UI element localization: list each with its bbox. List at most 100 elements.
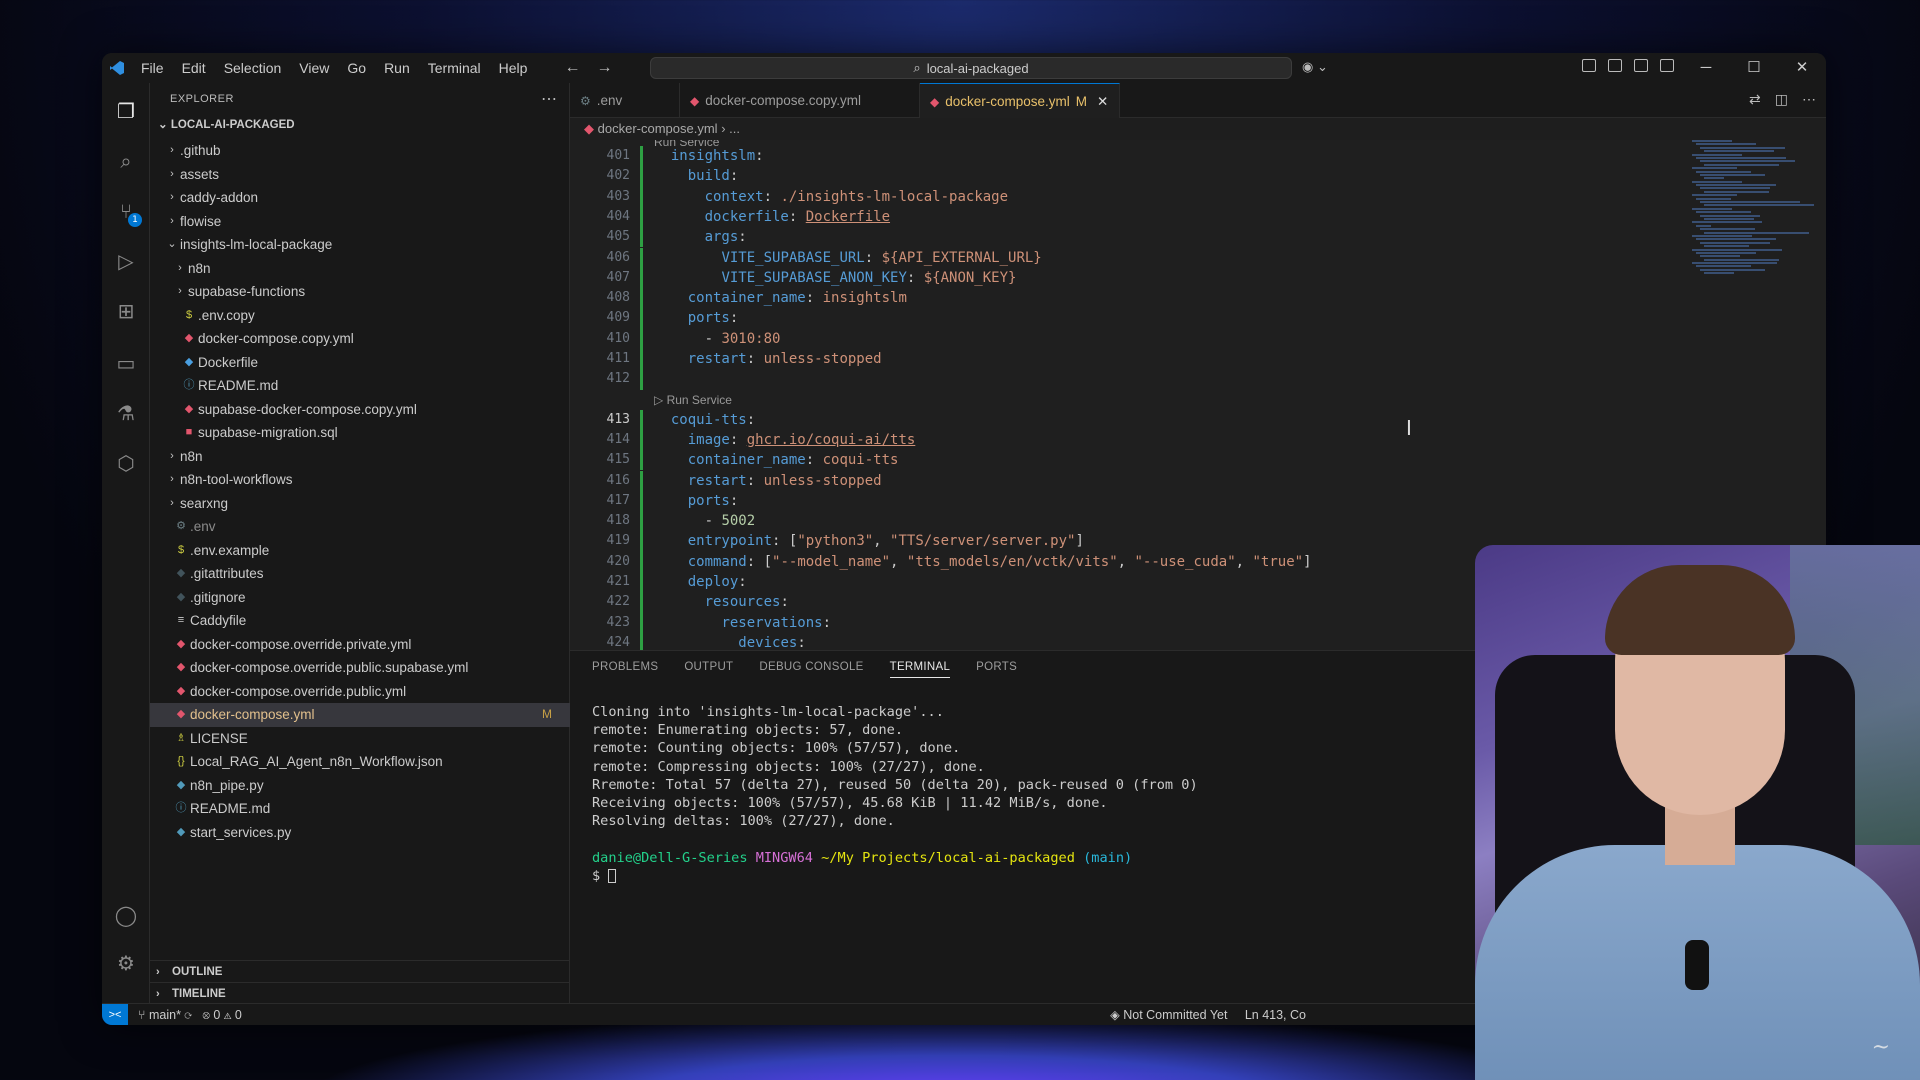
code-line[interactable]: 415 container_name: coqui-tts [570,450,1826,471]
code-line[interactable]: 411 restart: unless-stopped [570,349,1826,370]
code-line[interactable]: 410 - 3010:80 [570,328,1826,349]
minimap[interactable] [1692,140,1814,540]
tree-file[interactable]: ◆ Dockerfile [150,351,570,375]
code-line[interactable]: 418 - 5002 [570,511,1826,532]
code-line[interactable]: 405 args: [570,227,1826,248]
code-line[interactable]: 408 container_name: insightslm [570,288,1826,309]
code-line[interactable]: 401 insightslm: [570,146,1826,167]
editor-tab[interactable]: ⚙ .env [570,83,680,118]
tree-folder[interactable]: › searxng [150,492,570,516]
layout-customize-icon[interactable] [1582,59,1596,72]
panel-tab-output[interactable]: OUTPUT [684,661,733,678]
tree-file[interactable]: ◆ docker-compose.override.public.yml [150,680,570,704]
back-arrow-icon[interactable]: ← [564,59,580,77]
maximize-icon[interactable]: ☐ [1730,53,1778,83]
menu-view[interactable]: View [290,53,338,83]
code-line[interactable]: 403 context: ./insights-lm-local-package [570,186,1826,207]
tree-folder[interactable]: › n8n [150,445,570,469]
close-window-icon[interactable]: ✕ [1778,53,1826,83]
editor-tab[interactable]: ◆ docker-compose.yml M ✕ [920,83,1120,118]
more-actions-icon[interactable]: ⋯ [1802,91,1816,108]
menu-run[interactable]: Run [375,53,419,83]
code-line[interactable]: 413 coqui-tts: [570,409,1826,430]
menu-terminal[interactable]: Terminal [419,53,490,83]
tree-file[interactable]: ◆ docker-compose.override.public.supabase… [150,656,570,680]
tree-file[interactable]: ◆ docker-compose.yml M [150,703,570,727]
codelens-run-service[interactable]: ▷ Run Service [654,392,732,408]
tree-file[interactable]: ◆ docker-compose.override.private.yml [150,633,570,657]
tree-folder[interactable]: › n8n [150,257,570,281]
menu-file[interactable]: File [132,53,173,83]
git-blame-status[interactable]: Not Committed Yet [1123,1008,1227,1022]
tree-file[interactable]: ◆ supabase-docker-compose.copy.yml [150,398,570,422]
tree-file[interactable]: ◆ n8n_pipe.py [150,774,570,798]
tree-folder[interactable]: › .github [150,139,570,163]
timeline-section[interactable]: › TIMELINE [150,982,570,1004]
settings-gear-icon[interactable]: ⚙ [114,951,138,975]
toggle-secondary-sidebar-icon[interactable] [1660,59,1674,72]
code-line[interactable]: 404 dockerfile: Dockerfile [570,206,1826,228]
tree-file[interactable]: ≡ Caddyfile [150,609,570,633]
menu-edit[interactable]: Edit [173,53,215,83]
breadcrumb[interactable]: ◆ docker-compose.yml › ... [570,118,740,140]
command-center-search[interactable]: ⌕ local-ai-packaged [650,57,1292,79]
workspace-root[interactable]: ⌄ LOCAL-AI-PACKAGED [158,117,295,131]
panel-tab-debug-console[interactable]: DEBUG CONSOLE [759,661,863,678]
git-branch[interactable]: main* [149,1008,181,1022]
tree-folder[interactable]: › flowise [150,210,570,234]
compare-changes-icon[interactable]: ⇄ [1749,91,1761,108]
tree-file[interactable]: ◆ .gitignore [150,586,570,610]
error-count[interactable]: 0 [213,1008,220,1022]
tree-file[interactable]: ◆ docker-compose.copy.yml [150,327,570,351]
tree-folder[interactable]: › supabase-functions [150,280,570,304]
menu-selection[interactable]: Selection [215,53,291,83]
close-tab-icon[interactable]: ✕ [1097,94,1108,109]
toggle-panel-icon[interactable] [1634,59,1648,72]
panel-tab-terminal[interactable]: TERMINAL [889,661,951,678]
tree-file[interactable]: $ .env.copy [150,304,570,328]
tree-file[interactable]: $ .env.example [150,539,570,563]
tree-file[interactable]: ⚙ .env [150,515,570,539]
split-editor-icon[interactable]: ◫ [1775,91,1788,108]
search-icon[interactable]: ⌕ [114,149,138,173]
remote-explorer-icon[interactable]: ▭ [114,351,138,375]
tree-file[interactable]: ◆ .gitattributes [150,562,570,586]
outline-section[interactable]: › OUTLINE [150,960,570,982]
menu-go[interactable]: Go [338,53,375,83]
terminal-output[interactable]: Cloning into 'insights-lm-local-package'… [592,703,1198,885]
docker-icon[interactable]: ⬡ [114,451,138,475]
code-line[interactable]: 402 build: [570,166,1826,187]
panel-tab-problems[interactable]: PROBLEMS [592,661,658,678]
breadcrumb-symbol[interactable]: ... [729,121,740,136]
extensions-icon[interactable]: ⊞ [114,299,138,323]
minimize-icon[interactable]: ─ [1682,53,1730,83]
tree-file[interactable]: ♗ LICENSE [150,727,570,751]
run-debug-icon[interactable]: ▷ [114,249,138,273]
testing-icon[interactable]: ⚗ [114,401,138,425]
code-line[interactable]: 416 restart: unless-stopped [570,470,1826,491]
code-line[interactable]: 414 image: ghcr.io/coqui-ai/tts [570,429,1826,451]
remote-indicator-icon[interactable]: >< [102,1004,128,1025]
code-line[interactable]: 417 ports: [570,490,1826,512]
code-line[interactable]: 407 VITE_SUPABASE_ANON_KEY: ${ANON_KEY} [570,267,1826,289]
forward-arrow-icon[interactable]: → [596,59,612,77]
tree-file[interactable]: ◆ start_services.py [150,821,570,845]
terminal-input-line[interactable]: $ [592,867,1198,885]
tree-file[interactable]: ■ supabase-migration.sql [150,421,570,445]
tree-folder[interactable]: › assets [150,163,570,187]
tree-folder[interactable]: › caddy-addon [150,186,570,210]
more-actions-icon[interactable]: ⋯ [541,89,557,109]
code-line[interactable]: 406 VITE_SUPABASE_URL: ${API_EXTERNAL_UR… [570,247,1826,268]
tree-folder[interactable]: › n8n-tool-workflows [150,468,570,492]
warning-count[interactable]: 0 [235,1008,242,1022]
editor-tab[interactable]: ◆ docker-compose.copy.yml [680,83,920,118]
code-line[interactable]: 409 ports: [570,308,1826,329]
sync-icon[interactable]: ⟳ [184,1008,192,1022]
copilot-icon[interactable]: ◉ ⌄ [1302,59,1328,75]
tree-file[interactable]: ⓘ README.md [150,374,570,398]
cursor-position[interactable]: Ln 413, Co [1245,1008,1306,1022]
breadcrumb-file[interactable]: docker-compose.yml [598,121,718,136]
tree-file[interactable]: ⓘ README.md [150,797,570,821]
toggle-primary-sidebar-icon[interactable] [1608,59,1622,72]
explorer-icon[interactable]: ❐ [114,99,138,123]
